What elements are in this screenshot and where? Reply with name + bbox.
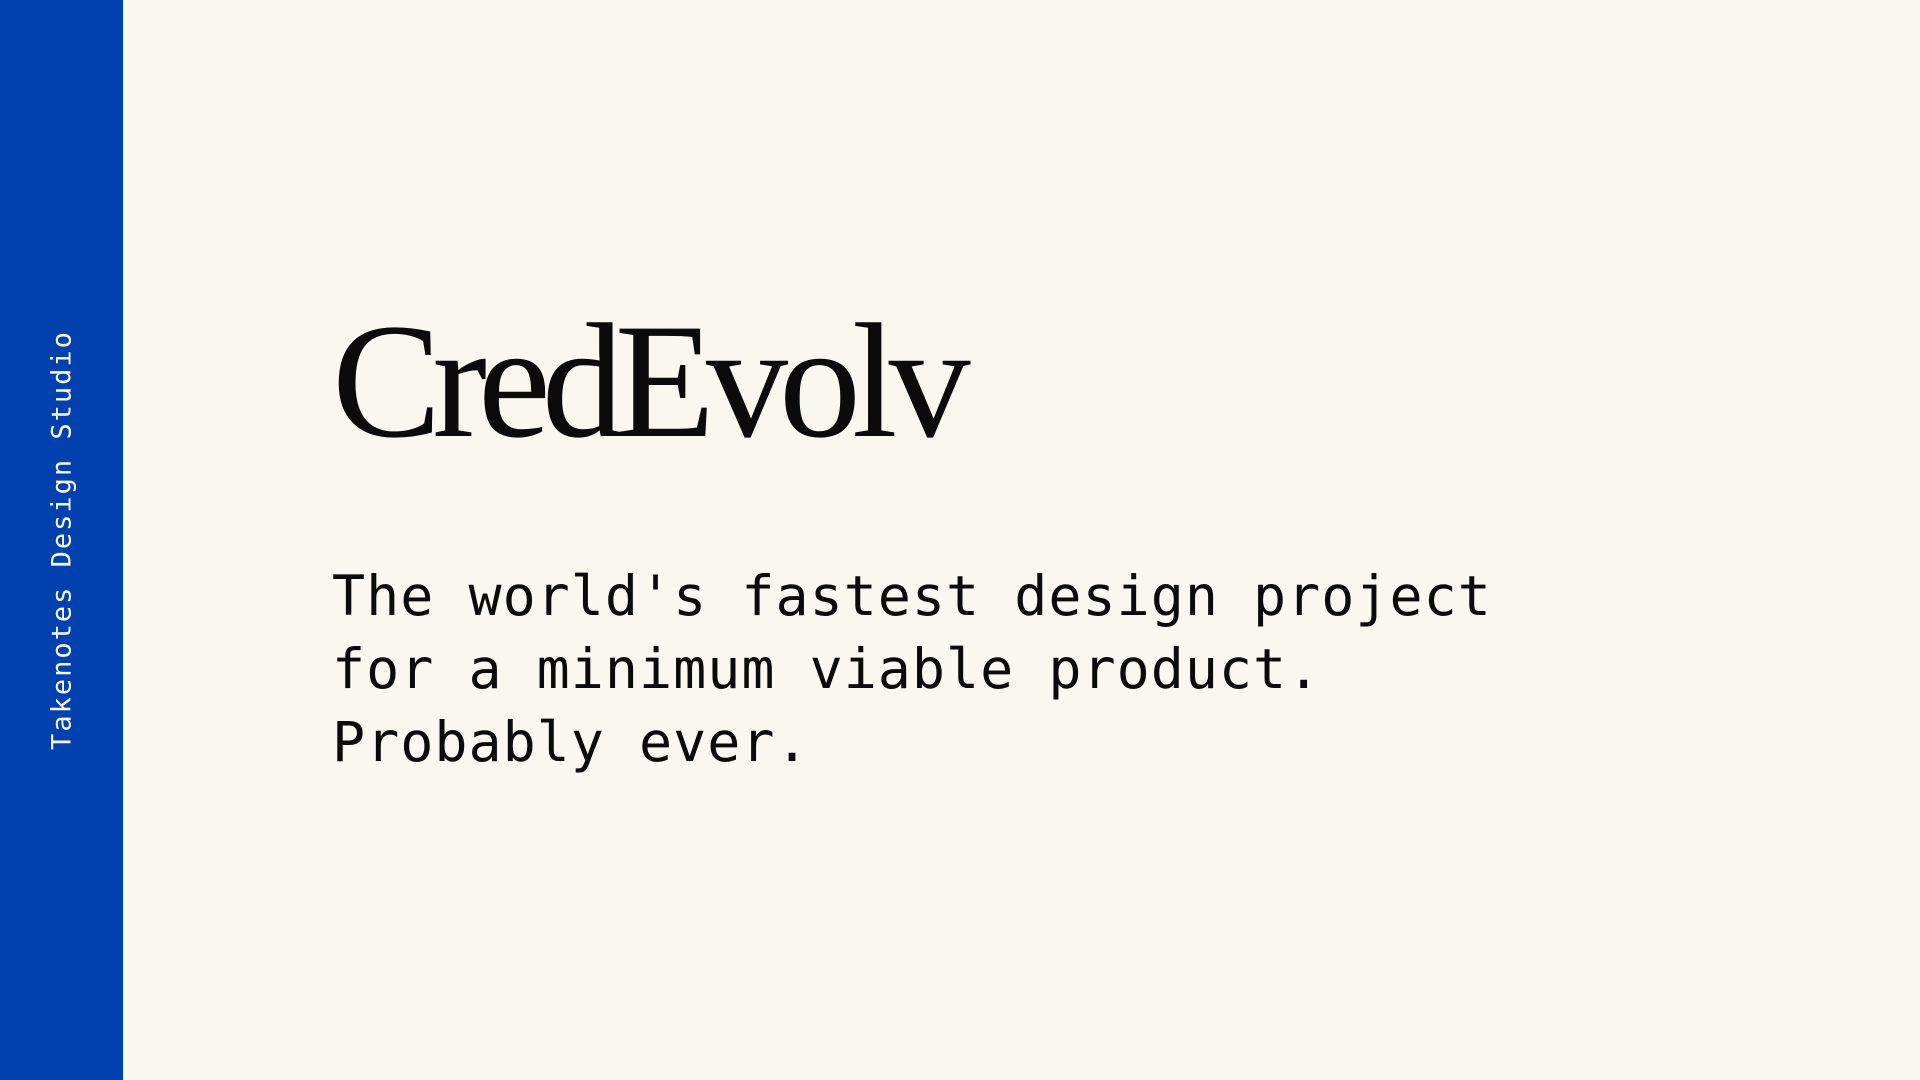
tagline-line: Probably ever.: [332, 710, 810, 774]
page-title: CredEvolv: [332, 291, 971, 472]
tagline-line: The world's fastest design project: [332, 564, 1492, 628]
main-content: CredEvolv The world's fastest design pro…: [332, 300, 1852, 779]
sidebar-studio-label: Takenotes Design Studio: [46, 330, 78, 750]
tagline-line: for a minimum viable product.: [332, 637, 1322, 701]
tagline: The world's fastest design project for a…: [332, 560, 1852, 779]
sidebar: Takenotes Design Studio: [0, 0, 123, 1080]
